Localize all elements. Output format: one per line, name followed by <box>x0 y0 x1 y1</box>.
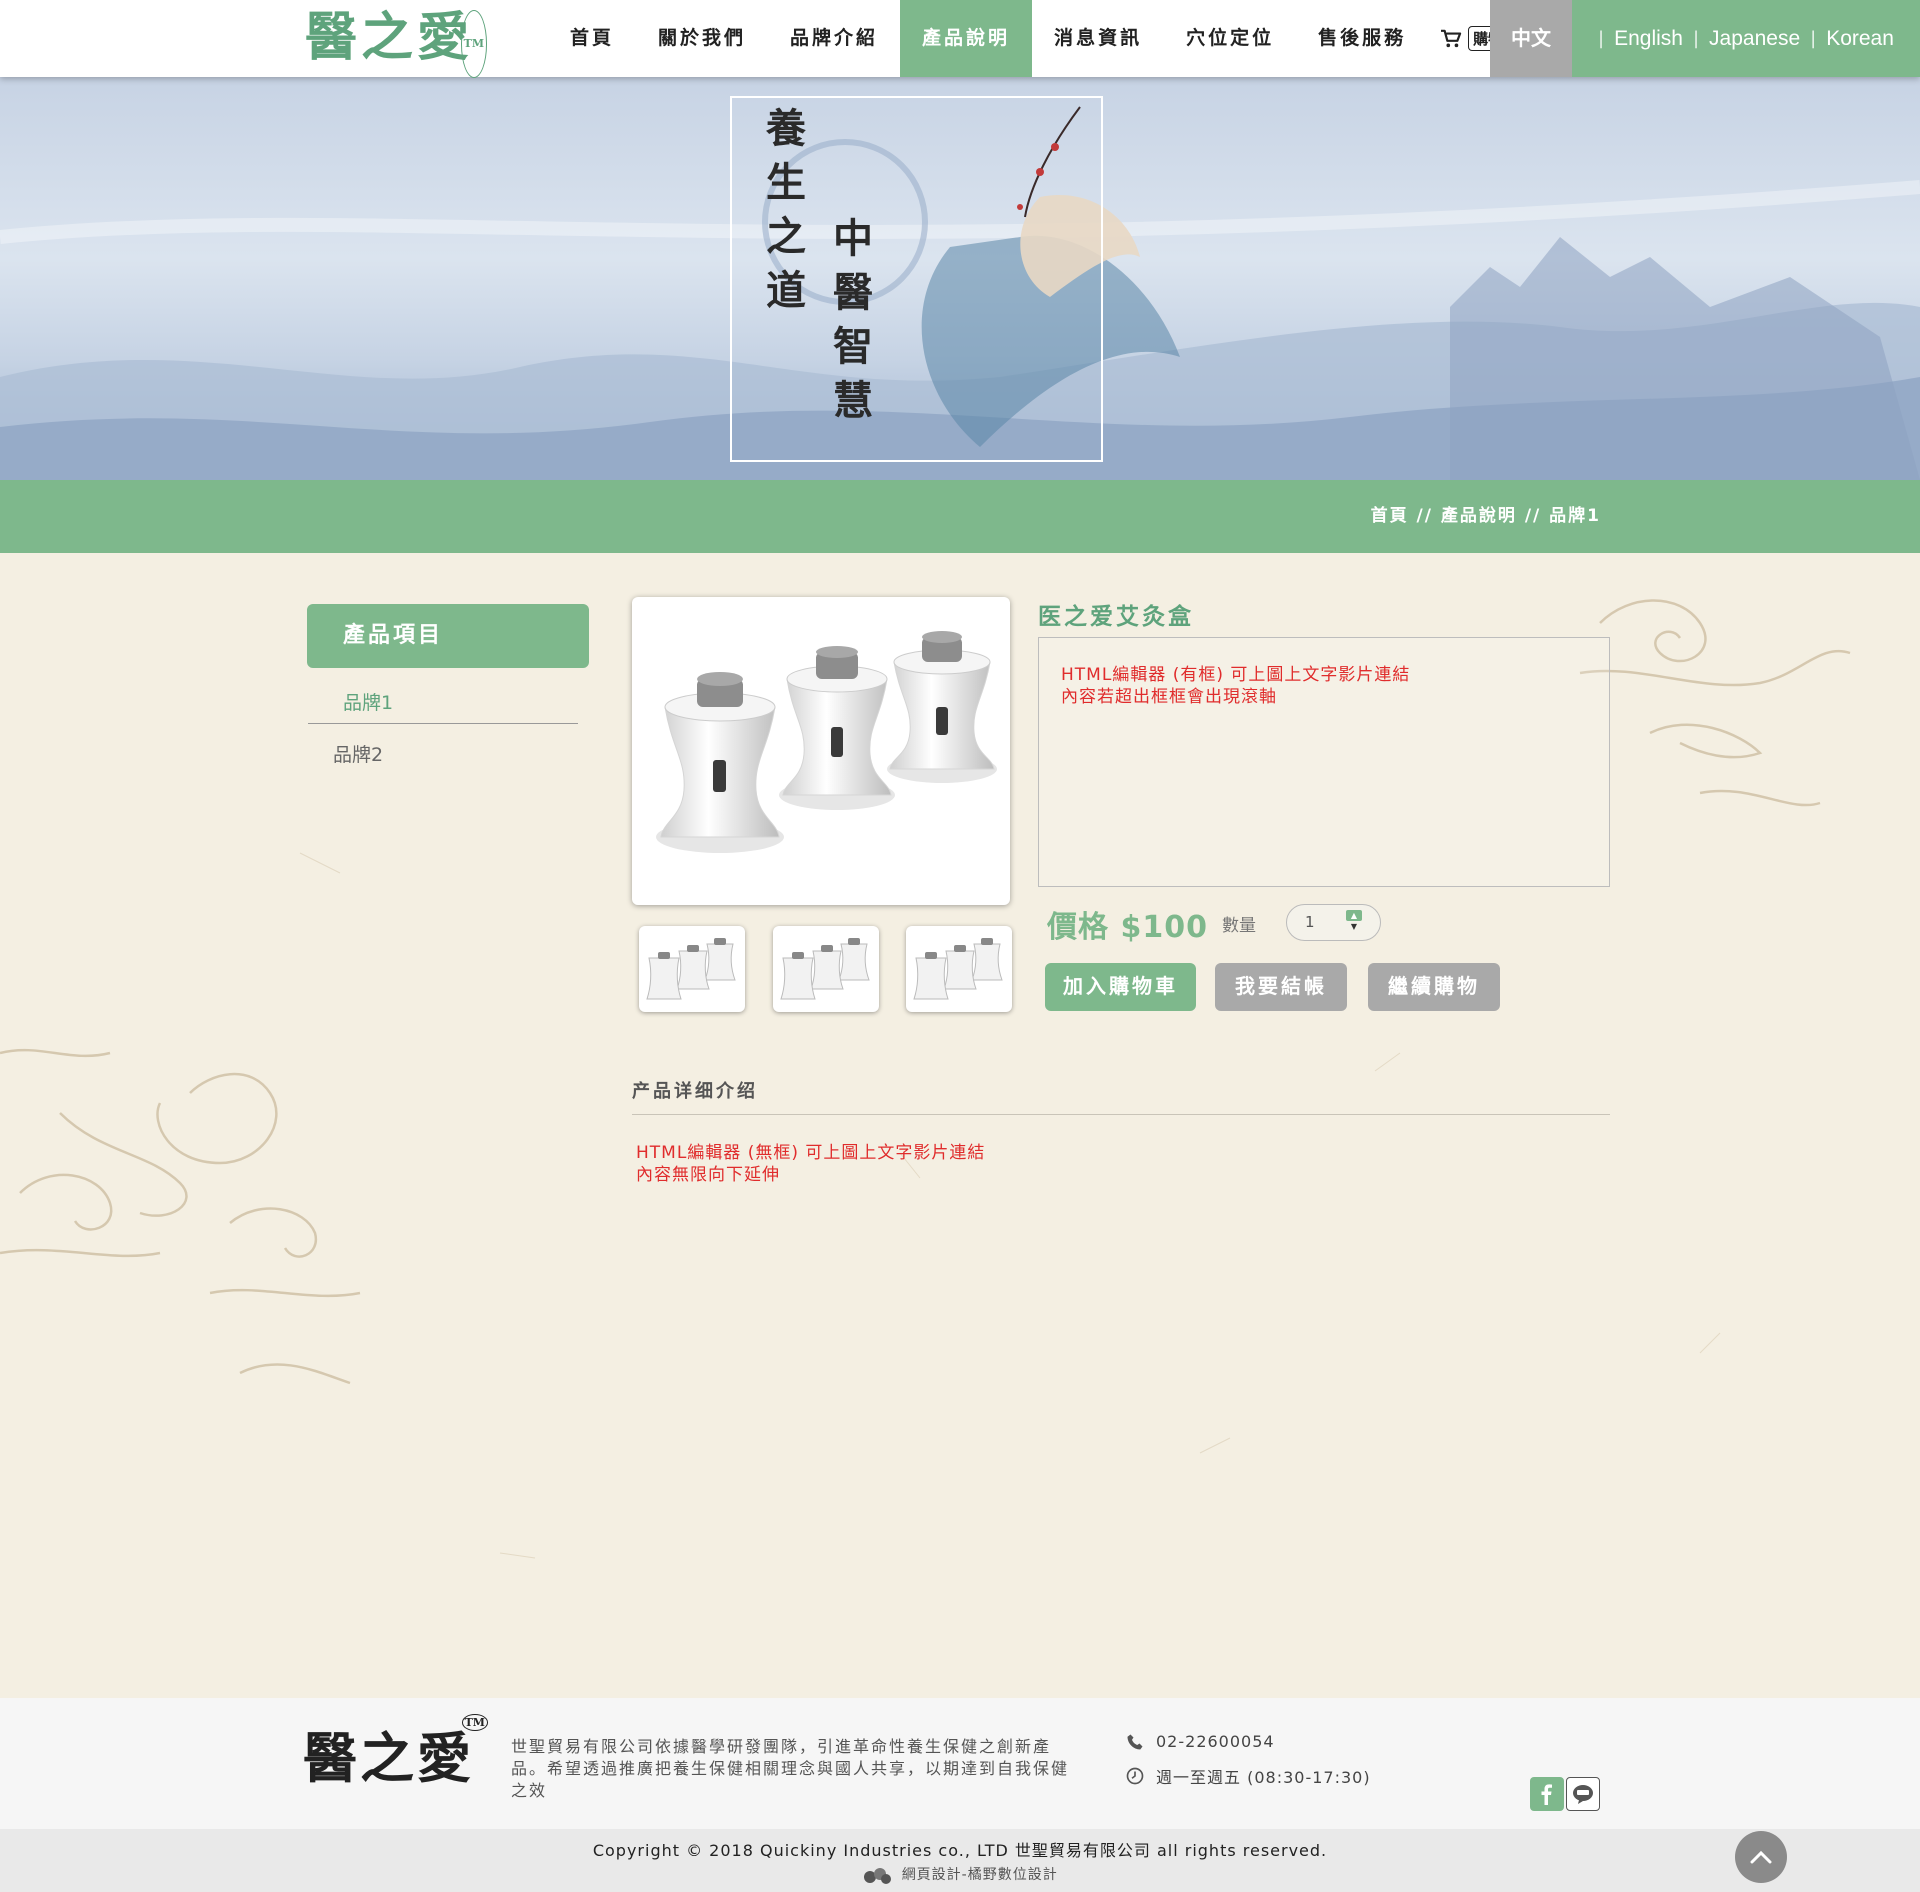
line-link[interactable] <box>1566 1777 1600 1811</box>
breadcrumb-current: 品牌1 <box>1549 506 1601 526</box>
moxibustion-box-photo <box>656 631 997 853</box>
breadcrumb: 首頁 // 產品說明 // 品牌1 <box>1370 506 1601 526</box>
description-line: HTML編輯器 (有框) 可上圖上文字影片連結 <box>1061 665 1411 685</box>
add-to-cart-button[interactable]: 加入購物車 <box>1045 963 1196 1011</box>
top-navigation-bar: 醫之愛TM 首頁 關於我們 品牌介紹 產品說明 消息資訊 穴位定位 售後服務 購… <box>0 0 1920 78</box>
detail-divider <box>632 1114 1610 1115</box>
footer-hours: 週一至週五 (08:30-17:30) <box>1126 1764 1371 1788</box>
product-title: 医之爱艾灸盒 <box>1038 604 1194 630</box>
thumbnail-photo <box>780 938 870 1000</box>
nav-service[interactable]: 售後服務 <box>1296 0 1428 77</box>
increment-icon[interactable]: ▲ <box>1346 910 1362 921</box>
product-description-box[interactable]: HTML編輯器 (有框) 可上圖上文字影片連結 內容若超出框框會出現滾軸 <box>1038 637 1610 887</box>
product-thumbnail-3[interactable] <box>906 926 1012 1012</box>
checkout-button[interactable]: 我要結帳 <box>1215 963 1347 1011</box>
main-nav: 首頁 關於我們 品牌介紹 產品說明 消息資訊 穴位定位 售後服務 購物車 <box>548 0 1535 77</box>
nav-about[interactable]: 關於我們 <box>636 0 768 77</box>
footer-logo[interactable]: 醫之愛 TM <box>303 1714 488 1793</box>
nav-news[interactable]: 消息資訊 <box>1032 0 1164 77</box>
footer-about-text: 世聖貿易有限公司依據醫學研發團隊，引進革命性養生保健之創新產品。希望透過推廣把養… <box>511 1737 1070 1800</box>
continue-shopping-button[interactable]: 繼續購物 <box>1368 963 1500 1011</box>
description-line: 內容若超出框框會出現滾軸 <box>1061 687 1277 707</box>
decrement-icon[interactable]: ▼ <box>1351 921 1357 933</box>
facebook-link[interactable] <box>1530 1777 1564 1811</box>
nav-brand[interactable]: 品牌介紹 <box>768 0 900 77</box>
designer-logo-icon <box>864 1868 892 1884</box>
back-to-top-button[interactable] <box>1735 1831 1787 1883</box>
sidebar-divider <box>308 723 578 724</box>
line-icon <box>1573 1785 1593 1804</box>
copyright-text: Copyright © 2018 Quickiny Industries co.… <box>592 1841 1328 1860</box>
product-price: 價格 $100 <box>1047 910 1208 945</box>
quantity-spinner[interactable]: ▲ ▼ <box>1346 910 1362 934</box>
sidebar-item-brand2[interactable]: 品牌2 <box>299 740 569 767</box>
detail-line: 內容無限向下延伸 <box>636 1165 780 1185</box>
quantity-value: 1 <box>1305 913 1315 931</box>
nav-products[interactable]: 產品說明 <box>900 0 1033 77</box>
product-main-image[interactable] <box>632 597 1010 905</box>
banner-text-left: 養生之道 <box>766 105 806 314</box>
breadcrumb-section[interactable]: 產品說明 <box>1441 506 1517 526</box>
lang-chinese[interactable]: 中文 <box>1490 0 1572 77</box>
sidebar-item-brand1[interactable]: 品牌1 <box>307 688 577 715</box>
breadcrumb-home[interactable]: 首頁 <box>1371 506 1409 526</box>
arrow-up-icon <box>1750 1850 1772 1864</box>
banner-text-right: 中醫智慧 <box>833 215 873 424</box>
language-switcher: | English | Japanese | Korean <box>1572 0 1920 77</box>
footer: 醫之愛 TM 世聖貿易有限公司依據醫學研發團隊，引進革命性養生保健之創新產品。希望… <box>0 1698 1920 1829</box>
quantity-stepper[interactable]: 1 ▲ ▼ <box>1286 904 1381 941</box>
breadcrumb-bar: 首頁 // 產品說明 // 品牌1 <box>0 480 1920 553</box>
lang-english[interactable]: English <box>1614 27 1683 51</box>
nav-acupoints[interactable]: 穴位定位 <box>1164 0 1296 77</box>
facebook-icon <box>1541 1784 1552 1805</box>
footer-phone: 02-22600054 <box>1126 1732 1275 1751</box>
phone-icon <box>1127 1734 1143 1749</box>
nav-home[interactable]: 首頁 <box>548 0 636 77</box>
site-logo[interactable]: 醫之愛 TM <box>305 6 488 78</box>
product-detail-heading: 产品详细介绍 <box>632 1081 758 1102</box>
sidebar-heading: 產品項目 <box>307 604 589 668</box>
copyright-bar: Copyright © 2018 Quickiny Industries co.… <box>0 1829 1920 1892</box>
lang-korean[interactable]: Korean <box>1826 27 1894 51</box>
detail-line: HTML編輯器 (無框) 可上圖上文字影片連結 <box>636 1143 986 1163</box>
quantity-label: 數量 <box>1222 916 1256 936</box>
product-detail-body: HTML編輯器 (無框) 可上圖上文字影片連結 內容無限向下延伸 <box>636 1142 985 1186</box>
clock-icon <box>1126 1767 1144 1785</box>
product-thumbnail-2[interactable] <box>773 926 879 1012</box>
cart-icon <box>1441 29 1462 47</box>
thumbnail-photo <box>913 938 1003 1000</box>
lang-japanese[interactable]: Japanese <box>1709 27 1800 51</box>
thumbnail-photo <box>646 938 736 1000</box>
designer-credit[interactable]: 網頁設計-橘野數位設計 <box>0 1864 1920 1885</box>
hero-banner: 養生之道 中醫智慧 <box>0 77 1920 480</box>
product-thumbnail-1[interactable] <box>639 926 745 1012</box>
